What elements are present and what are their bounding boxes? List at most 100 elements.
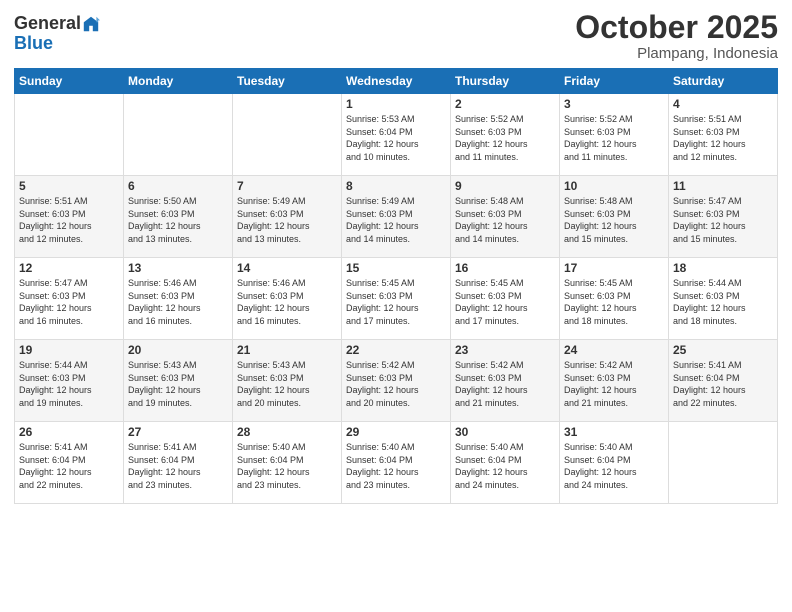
logo-blue: Blue xyxy=(14,34,53,54)
day-number: 21 xyxy=(237,343,337,357)
day-info: Sunrise: 5:42 AM Sunset: 6:03 PM Dayligh… xyxy=(346,359,446,409)
day-info: Sunrise: 5:45 AM Sunset: 6:03 PM Dayligh… xyxy=(346,277,446,327)
day-info: Sunrise: 5:40 AM Sunset: 6:04 PM Dayligh… xyxy=(237,441,337,491)
col-friday: Friday xyxy=(560,69,669,94)
day-info: Sunrise: 5:51 AM Sunset: 6:03 PM Dayligh… xyxy=(19,195,119,245)
table-cell: 12 Sunrise: 5:47 AM Sunset: 6:03 PM Dayli… xyxy=(15,258,124,340)
day-info: Sunrise: 5:44 AM Sunset: 6:03 PM Dayligh… xyxy=(673,277,773,327)
day-info: Sunrise: 5:48 AM Sunset: 6:03 PM Dayligh… xyxy=(564,195,664,245)
day-number: 20 xyxy=(128,343,228,357)
table-cell: 19Sunrise: 5:44 AM Sunset: 6:03 PM Dayli… xyxy=(15,340,124,422)
col-sunday: Sunday xyxy=(15,69,124,94)
table-cell: 17 Sunrise: 5:45 AM Sunset: 6:03 PM Dayli… xyxy=(560,258,669,340)
table-cell: 2Sunrise: 5:52 AM Sunset: 6:03 PM Daylig… xyxy=(451,94,560,176)
day-info: Sunrise: 5:41 AM Sunset: 6:04 PM Dayligh… xyxy=(673,359,773,409)
day-number: 31 xyxy=(564,425,664,439)
table-cell: 27Sunrise: 5:41 AM Sunset: 6:04 PM Dayli… xyxy=(124,422,233,504)
col-monday: Monday xyxy=(124,69,233,94)
day-number: 1 xyxy=(346,97,446,111)
day-info: Sunrise: 5:45 AM Sunset: 6:03 PM Dayligh… xyxy=(564,277,664,327)
day-number: 6 xyxy=(128,179,228,193)
table-cell: 15 Sunrise: 5:45 AM Sunset: 6:03 PM Dayli… xyxy=(342,258,451,340)
day-info: Sunrise: 5:47 AM Sunset: 6:03 PM Dayligh… xyxy=(19,277,119,327)
day-info: Sunrise: 5:41 AM Sunset: 6:04 PM Dayligh… xyxy=(19,441,119,491)
table-cell xyxy=(233,94,342,176)
day-number: 9 xyxy=(455,179,555,193)
day-info: Sunrise: 5:41 AM Sunset: 6:04 PM Dayligh… xyxy=(128,441,228,491)
day-number: 7 xyxy=(237,179,337,193)
day-number: 29 xyxy=(346,425,446,439)
day-info: Sunrise: 5:43 AM Sunset: 6:03 PM Dayligh… xyxy=(237,359,337,409)
table-cell: 23Sunrise: 5:42 AM Sunset: 6:03 PM Dayli… xyxy=(451,340,560,422)
day-number: 12 xyxy=(19,261,119,275)
weekday-header-row: Sunday Monday Tuesday Wednesday Thursday… xyxy=(15,69,778,94)
header-row: General Blue October 2025 Plampang, Indo… xyxy=(14,10,778,62)
day-info: Sunrise: 5:40 AM Sunset: 6:04 PM Dayligh… xyxy=(346,441,446,491)
day-info: Sunrise: 5:50 AM Sunset: 6:03 PM Dayligh… xyxy=(128,195,228,245)
day-info: Sunrise: 5:45 AM Sunset: 6:03 PM Dayligh… xyxy=(455,277,555,327)
table-cell: 5 Sunrise: 5:51 AM Sunset: 6:03 PM Daylig… xyxy=(15,176,124,258)
day-info: Sunrise: 5:51 AM Sunset: 6:03 PM Dayligh… xyxy=(673,113,773,163)
table-cell: 20Sunrise: 5:43 AM Sunset: 6:03 PM Dayli… xyxy=(124,340,233,422)
col-wednesday: Wednesday xyxy=(342,69,451,94)
col-saturday: Saturday xyxy=(669,69,778,94)
day-number: 23 xyxy=(455,343,555,357)
table-cell: 11 Sunrise: 5:47 AM Sunset: 6:03 PM Dayli… xyxy=(669,176,778,258)
table-cell: 30 Sunrise: 5:40 AM Sunset: 6:04 PM Dayli… xyxy=(451,422,560,504)
table-cell: 8 Sunrise: 5:49 AM Sunset: 6:03 PM Daylig… xyxy=(342,176,451,258)
day-info: Sunrise: 5:40 AM Sunset: 6:04 PM Dayligh… xyxy=(455,441,555,491)
month-title: October 2025 xyxy=(575,10,778,45)
day-number: 17 xyxy=(564,261,664,275)
calendar-table: Sunday Monday Tuesday Wednesday Thursday… xyxy=(14,68,778,504)
day-number: 30 xyxy=(455,425,555,439)
day-number: 14 xyxy=(237,261,337,275)
table-cell: 9 Sunrise: 5:48 AM Sunset: 6:03 PM Daylig… xyxy=(451,176,560,258)
day-info: Sunrise: 5:52 AM Sunset: 6:03 PM Dayligh… xyxy=(564,113,664,163)
day-number: 28 xyxy=(237,425,337,439)
day-number: 11 xyxy=(673,179,773,193)
logo-general: General xyxy=(14,14,81,34)
table-cell: 18 Sunrise: 5:44 AM Sunset: 6:03 PM Dayli… xyxy=(669,258,778,340)
week-row-1: 5 Sunrise: 5:51 AM Sunset: 6:03 PM Daylig… xyxy=(15,176,778,258)
table-cell: 3 Sunrise: 5:52 AM Sunset: 6:03 PM Daylig… xyxy=(560,94,669,176)
day-info: Sunrise: 5:47 AM Sunset: 6:03 PM Dayligh… xyxy=(673,195,773,245)
table-cell: 28 Sunrise: 5:40 AM Sunset: 6:04 PM Dayli… xyxy=(233,422,342,504)
logo-icon xyxy=(82,15,100,33)
table-cell xyxy=(124,94,233,176)
week-row-2: 12 Sunrise: 5:47 AM Sunset: 6:03 PM Dayli… xyxy=(15,258,778,340)
day-info: Sunrise: 5:42 AM Sunset: 6:03 PM Dayligh… xyxy=(564,359,664,409)
day-info: Sunrise: 5:49 AM Sunset: 6:03 PM Dayligh… xyxy=(237,195,337,245)
day-number: 8 xyxy=(346,179,446,193)
table-cell: 26 Sunrise: 5:41 AM Sunset: 6:04 PM Dayli… xyxy=(15,422,124,504)
title-block: October 2025 Plampang, Indonesia xyxy=(575,10,778,62)
day-number: 15 xyxy=(346,261,446,275)
day-number: 3 xyxy=(564,97,664,111)
day-number: 13 xyxy=(128,261,228,275)
table-cell: 21 Sunrise: 5:43 AM Sunset: 6:03 PM Dayli… xyxy=(233,340,342,422)
day-number: 5 xyxy=(19,179,119,193)
day-number: 22 xyxy=(346,343,446,357)
day-info: Sunrise: 5:46 AM Sunset: 6:03 PM Dayligh… xyxy=(128,277,228,327)
day-info: Sunrise: 5:52 AM Sunset: 6:03 PM Dayligh… xyxy=(455,113,555,163)
week-row-0: 1 Sunrise: 5:53 AM Sunset: 6:04 PM Daylig… xyxy=(15,94,778,176)
location: Plampang, Indonesia xyxy=(575,45,778,62)
col-thursday: Thursday xyxy=(451,69,560,94)
day-number: 25 xyxy=(673,343,773,357)
table-cell: 7 Sunrise: 5:49 AM Sunset: 6:03 PM Daylig… xyxy=(233,176,342,258)
week-row-3: 19Sunrise: 5:44 AM Sunset: 6:03 PM Dayli… xyxy=(15,340,778,422)
day-number: 26 xyxy=(19,425,119,439)
table-cell: 25 Sunrise: 5:41 AM Sunset: 6:04 PM Dayli… xyxy=(669,340,778,422)
col-tuesday: Tuesday xyxy=(233,69,342,94)
table-cell xyxy=(15,94,124,176)
day-number: 18 xyxy=(673,261,773,275)
day-info: Sunrise: 5:46 AM Sunset: 6:03 PM Dayligh… xyxy=(237,277,337,327)
table-cell: 4Sunrise: 5:51 AM Sunset: 6:03 PM Daylig… xyxy=(669,94,778,176)
table-cell: 10Sunrise: 5:48 AM Sunset: 6:03 PM Dayli… xyxy=(560,176,669,258)
table-cell: 22 Sunrise: 5:42 AM Sunset: 6:03 PM Dayli… xyxy=(342,340,451,422)
table-cell: 29 Sunrise: 5:40 AM Sunset: 6:04 PM Dayli… xyxy=(342,422,451,504)
day-info: Sunrise: 5:53 AM Sunset: 6:04 PM Dayligh… xyxy=(346,113,446,163)
day-info: Sunrise: 5:48 AM Sunset: 6:03 PM Dayligh… xyxy=(455,195,555,245)
table-cell: 31Sunrise: 5:40 AM Sunset: 6:04 PM Dayli… xyxy=(560,422,669,504)
table-cell: 1 Sunrise: 5:53 AM Sunset: 6:04 PM Daylig… xyxy=(342,94,451,176)
day-info: Sunrise: 5:49 AM Sunset: 6:03 PM Dayligh… xyxy=(346,195,446,245)
